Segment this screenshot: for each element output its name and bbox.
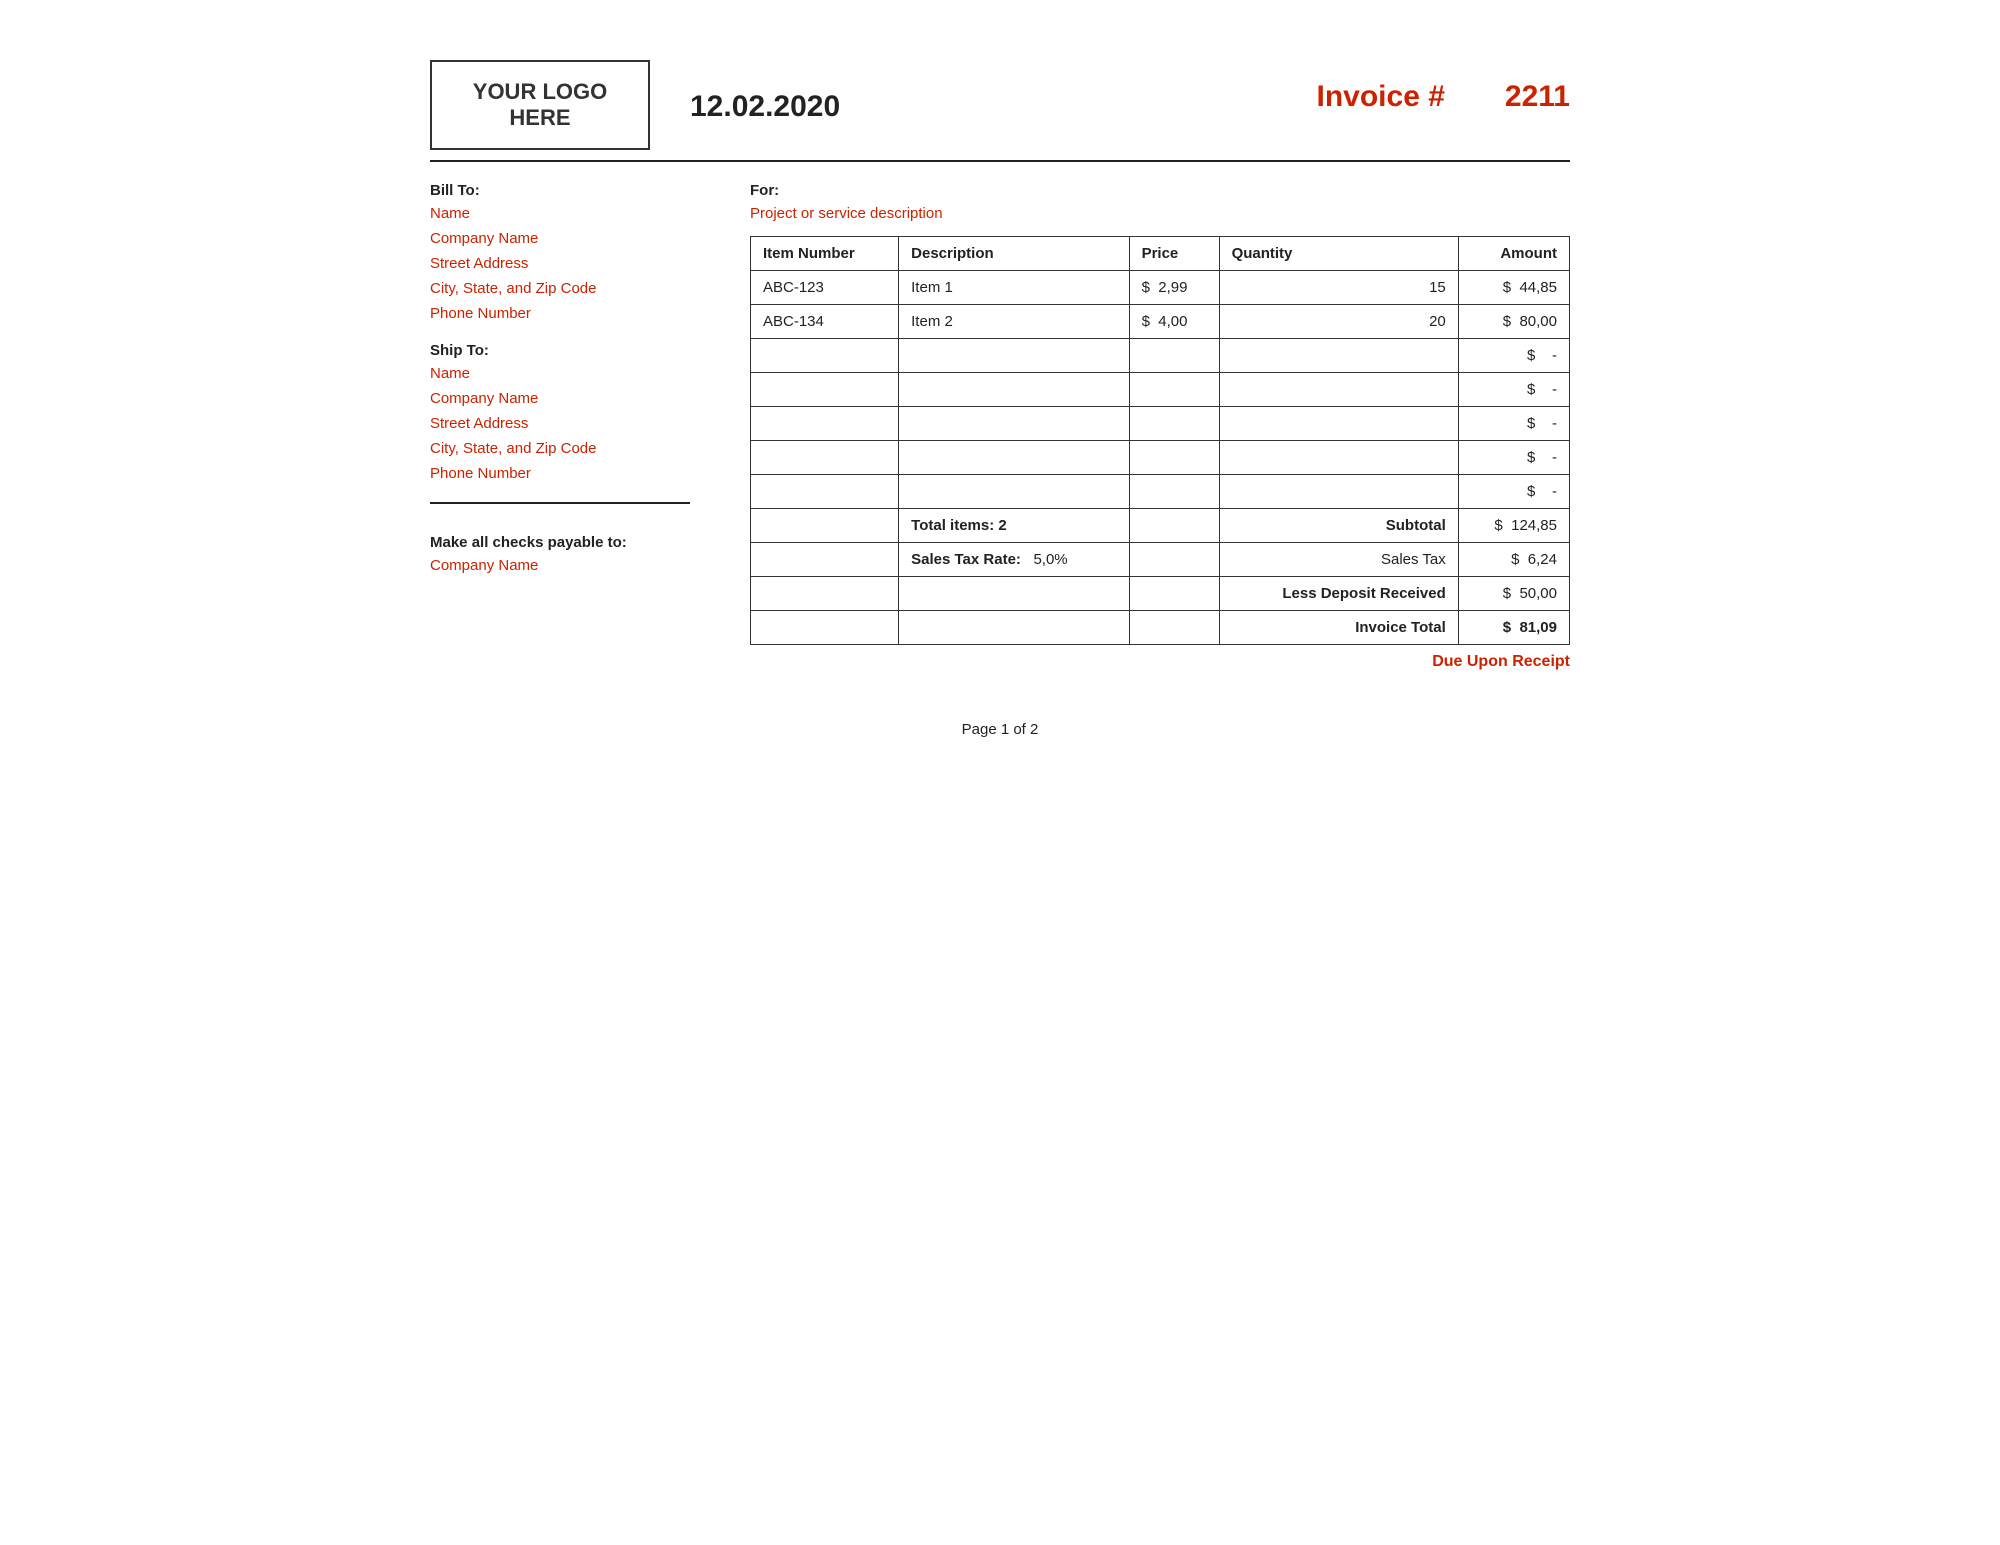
invoice-table: Item Number Description Price Quantity A… [750,236,1570,645]
bill-to-street: Street Address [430,255,710,272]
col-item-number: Item Number [751,237,899,271]
table-row: ABC-123Item 1$ 2,9915$ 44,85 [751,271,1570,305]
sales-tax-label: Sales Tax [1219,543,1458,577]
table-row: $ - [751,339,1570,373]
ship-to-street: Street Address [430,415,710,432]
checks-company: Company Name [430,557,710,574]
invoice-total-empty-1 [751,611,899,645]
sales-tax-value: $ 6,24 [1458,543,1569,577]
sales-tax-empty-2 [1129,543,1219,577]
deposit-value: $ 50,00 [1458,577,1569,611]
table-row: $ - [751,373,1570,407]
invoice-date: 12.02.2020 [690,90,970,124]
sales-tax-rate-section: Sales Tax Rate: 5,0% [899,543,1129,577]
sales-tax-rate-value: 5,0% [1033,551,1067,568]
total-items-label: Total items: 2 [899,509,1129,543]
invoice-total-row: Invoice Total $ 81,09 [751,611,1570,645]
bill-to-name: Name [430,205,710,222]
totals-row: Total items: 2 Subtotal $ 124,85 [751,509,1570,543]
ship-to-section: Ship To: Name Company Name Street Addres… [430,342,710,482]
header: YOUR LOGO HERE 12.02.2020 Invoice # 2211 [430,60,1570,150]
col-price: Price [1129,237,1219,271]
deposit-empty-2 [899,577,1129,611]
invoice-total-value: $ 81,09 [1458,611,1569,645]
checks-section: Make all checks payable to: Company Name [430,534,710,574]
invoice-number-section: Invoice # 2211 [1010,60,1570,114]
invoice-total-empty-2 [899,611,1129,645]
checks-label: Make all checks payable to: [430,534,710,551]
deposit-label: Less Deposit Received [1219,577,1458,611]
col-description: Description [899,237,1129,271]
subtotal-label: Subtotal [1219,509,1458,543]
deposit-empty-1 [751,577,899,611]
total-items-empty-1 [751,509,899,543]
bill-to-label: Bill To: [430,182,710,199]
invoice-total-label: Invoice Total [1219,611,1458,645]
ship-to-name: Name [430,365,710,382]
bill-to-phone: Phone Number [430,305,710,322]
bill-to-company: Company Name [430,230,710,247]
invoice-total-empty-3 [1129,611,1219,645]
ship-to-company: Company Name [430,390,710,407]
bill-to-city: City, State, and Zip Code [430,280,710,297]
col-amount: Amount [1458,237,1569,271]
short-divider [430,502,690,504]
header-divider [430,160,1570,162]
ship-to-label: Ship To: [430,342,710,359]
col-quantity: Quantity [1219,237,1458,271]
project-description: Project or service description [750,205,1570,222]
page-number: Page 1 of 2 [962,721,1039,738]
logo-box: YOUR LOGO HERE [430,60,650,150]
table-row: $ - [751,441,1570,475]
ship-to-city: City, State, and Zip Code [430,440,710,457]
for-label: For: [750,182,1570,199]
total-items-empty-2 [1129,509,1219,543]
left-column: Bill To: Name Company Name Street Addres… [430,182,710,582]
page-footer: Page 1 of 2 [430,721,1570,738]
sales-tax-row: Sales Tax Rate: 5,0% Sales Tax $ 6,24 [751,543,1570,577]
deposit-empty-3 [1129,577,1219,611]
main-content: Bill To: Name Company Name Street Addres… [430,182,1570,671]
invoice-number: 2211 [1505,80,1570,114]
sales-tax-empty-1 [751,543,899,577]
logo-text: YOUR LOGO HERE [473,79,607,131]
right-column: For: Project or service description Item… [750,182,1570,671]
table-row: ABC-134Item 2$ 4,0020$ 80,00 [751,305,1570,339]
table-row: $ - [751,475,1570,509]
deposit-row: Less Deposit Received $ 50,00 [751,577,1570,611]
table-row: $ - [751,407,1570,441]
invoice-label: Invoice # [1317,80,1445,114]
due-receipt: Due Upon Receipt [750,653,1570,671]
sales-tax-rate-label: Sales Tax Rate: [911,551,1021,568]
subtotal-value: $ 124,85 [1458,509,1569,543]
ship-to-phone: Phone Number [430,465,710,482]
